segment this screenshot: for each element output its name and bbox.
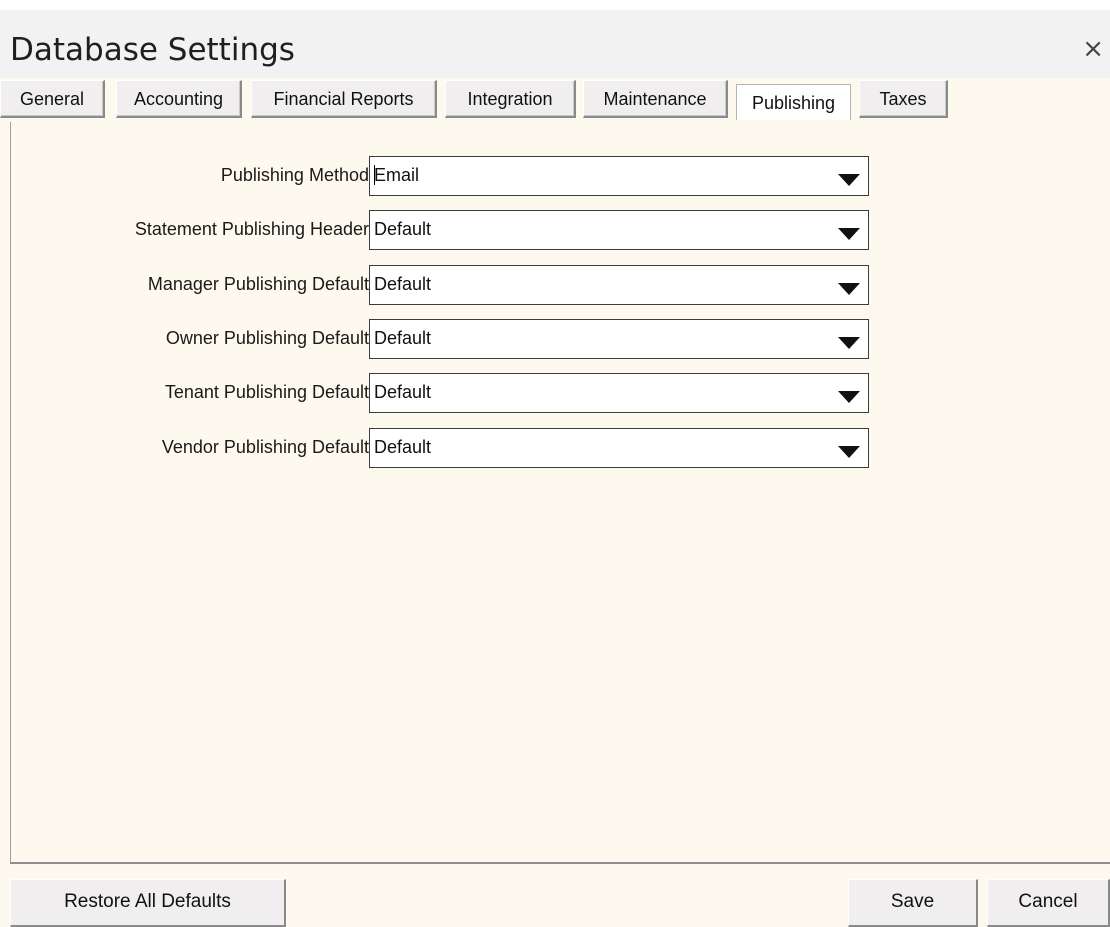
tab-integration[interactable]: Integration: [445, 80, 576, 118]
publishing-method-label: Publishing Method: [220, 165, 369, 185]
tenant-publishing-default-select[interactable]: Default: [369, 373, 869, 413]
field-row: Owner Publishing Default Default: [11, 319, 1110, 359]
tab-general[interactable]: General: [0, 80, 105, 118]
tab-financial-reports[interactable]: Financial Reports: [251, 80, 437, 118]
select-value: Email: [374, 165, 420, 185]
vendor-publishing-default-label: Vendor Publishing Default: [161, 437, 369, 457]
field-row: Statement Publishing Header Default: [11, 210, 1110, 250]
select-value: Default: [374, 219, 432, 239]
field-row: Manager Publishing Default Default: [11, 265, 1110, 305]
tab-publishing[interactable]: Publishing: [736, 84, 851, 120]
tab-taxes[interactable]: Taxes: [859, 80, 948, 118]
dropdown-arrow-icon[interactable]: [838, 446, 860, 458]
window-title: Database Settings: [10, 32, 295, 68]
manager-publishing-default-select[interactable]: Default: [369, 265, 869, 305]
select-value: Default: [374, 328, 432, 348]
statement-publishing-header-label: Statement Publishing Header: [134, 219, 369, 239]
publishing-method-select[interactable]: Email: [369, 156, 869, 196]
owner-publishing-default-label: Owner Publishing Default: [165, 328, 369, 348]
tab-bar: General Accounting Financial Reports Int…: [0, 78, 1110, 122]
dropdown-arrow-icon[interactable]: [838, 337, 860, 349]
field-row: Vendor Publishing Default Default: [11, 428, 1110, 468]
dropdown-arrow-icon[interactable]: [838, 391, 860, 403]
dropdown-arrow-icon[interactable]: [838, 228, 860, 240]
restore-all-defaults-button[interactable]: Restore All Defaults: [10, 879, 286, 927]
publishing-panel: Publishing Method Email Statement Publis…: [10, 122, 1110, 862]
vendor-publishing-default-select[interactable]: Default: [369, 428, 869, 468]
save-button[interactable]: Save: [848, 879, 978, 927]
select-value: Default: [374, 274, 432, 294]
statement-publishing-header-select[interactable]: Default: [369, 210, 869, 250]
dropdown-arrow-icon[interactable]: [838, 174, 860, 186]
footer-bar: Restore All Defaults Save Cancel: [10, 864, 1110, 927]
tab-accounting[interactable]: Accounting: [116, 80, 242, 118]
tab-maintenance[interactable]: Maintenance: [583, 80, 728, 118]
close-icon[interactable]: ×: [1082, 36, 1104, 62]
select-value: Default: [374, 437, 432, 457]
manager-publishing-default-label: Manager Publishing Default: [147, 274, 369, 294]
cancel-button[interactable]: Cancel: [987, 879, 1110, 927]
title-bar: Database Settings ×: [0, 10, 1110, 78]
field-row: Tenant Publishing Default Default: [11, 373, 1110, 413]
field-row: Publishing Method Email: [11, 156, 1110, 196]
owner-publishing-default-select[interactable]: Default: [369, 319, 869, 359]
dropdown-arrow-icon[interactable]: [838, 283, 860, 295]
database-settings-window: Database Settings × General Accounting F…: [0, 0, 1110, 927]
tenant-publishing-default-label: Tenant Publishing Default: [164, 382, 369, 402]
select-value: Default: [374, 382, 432, 402]
